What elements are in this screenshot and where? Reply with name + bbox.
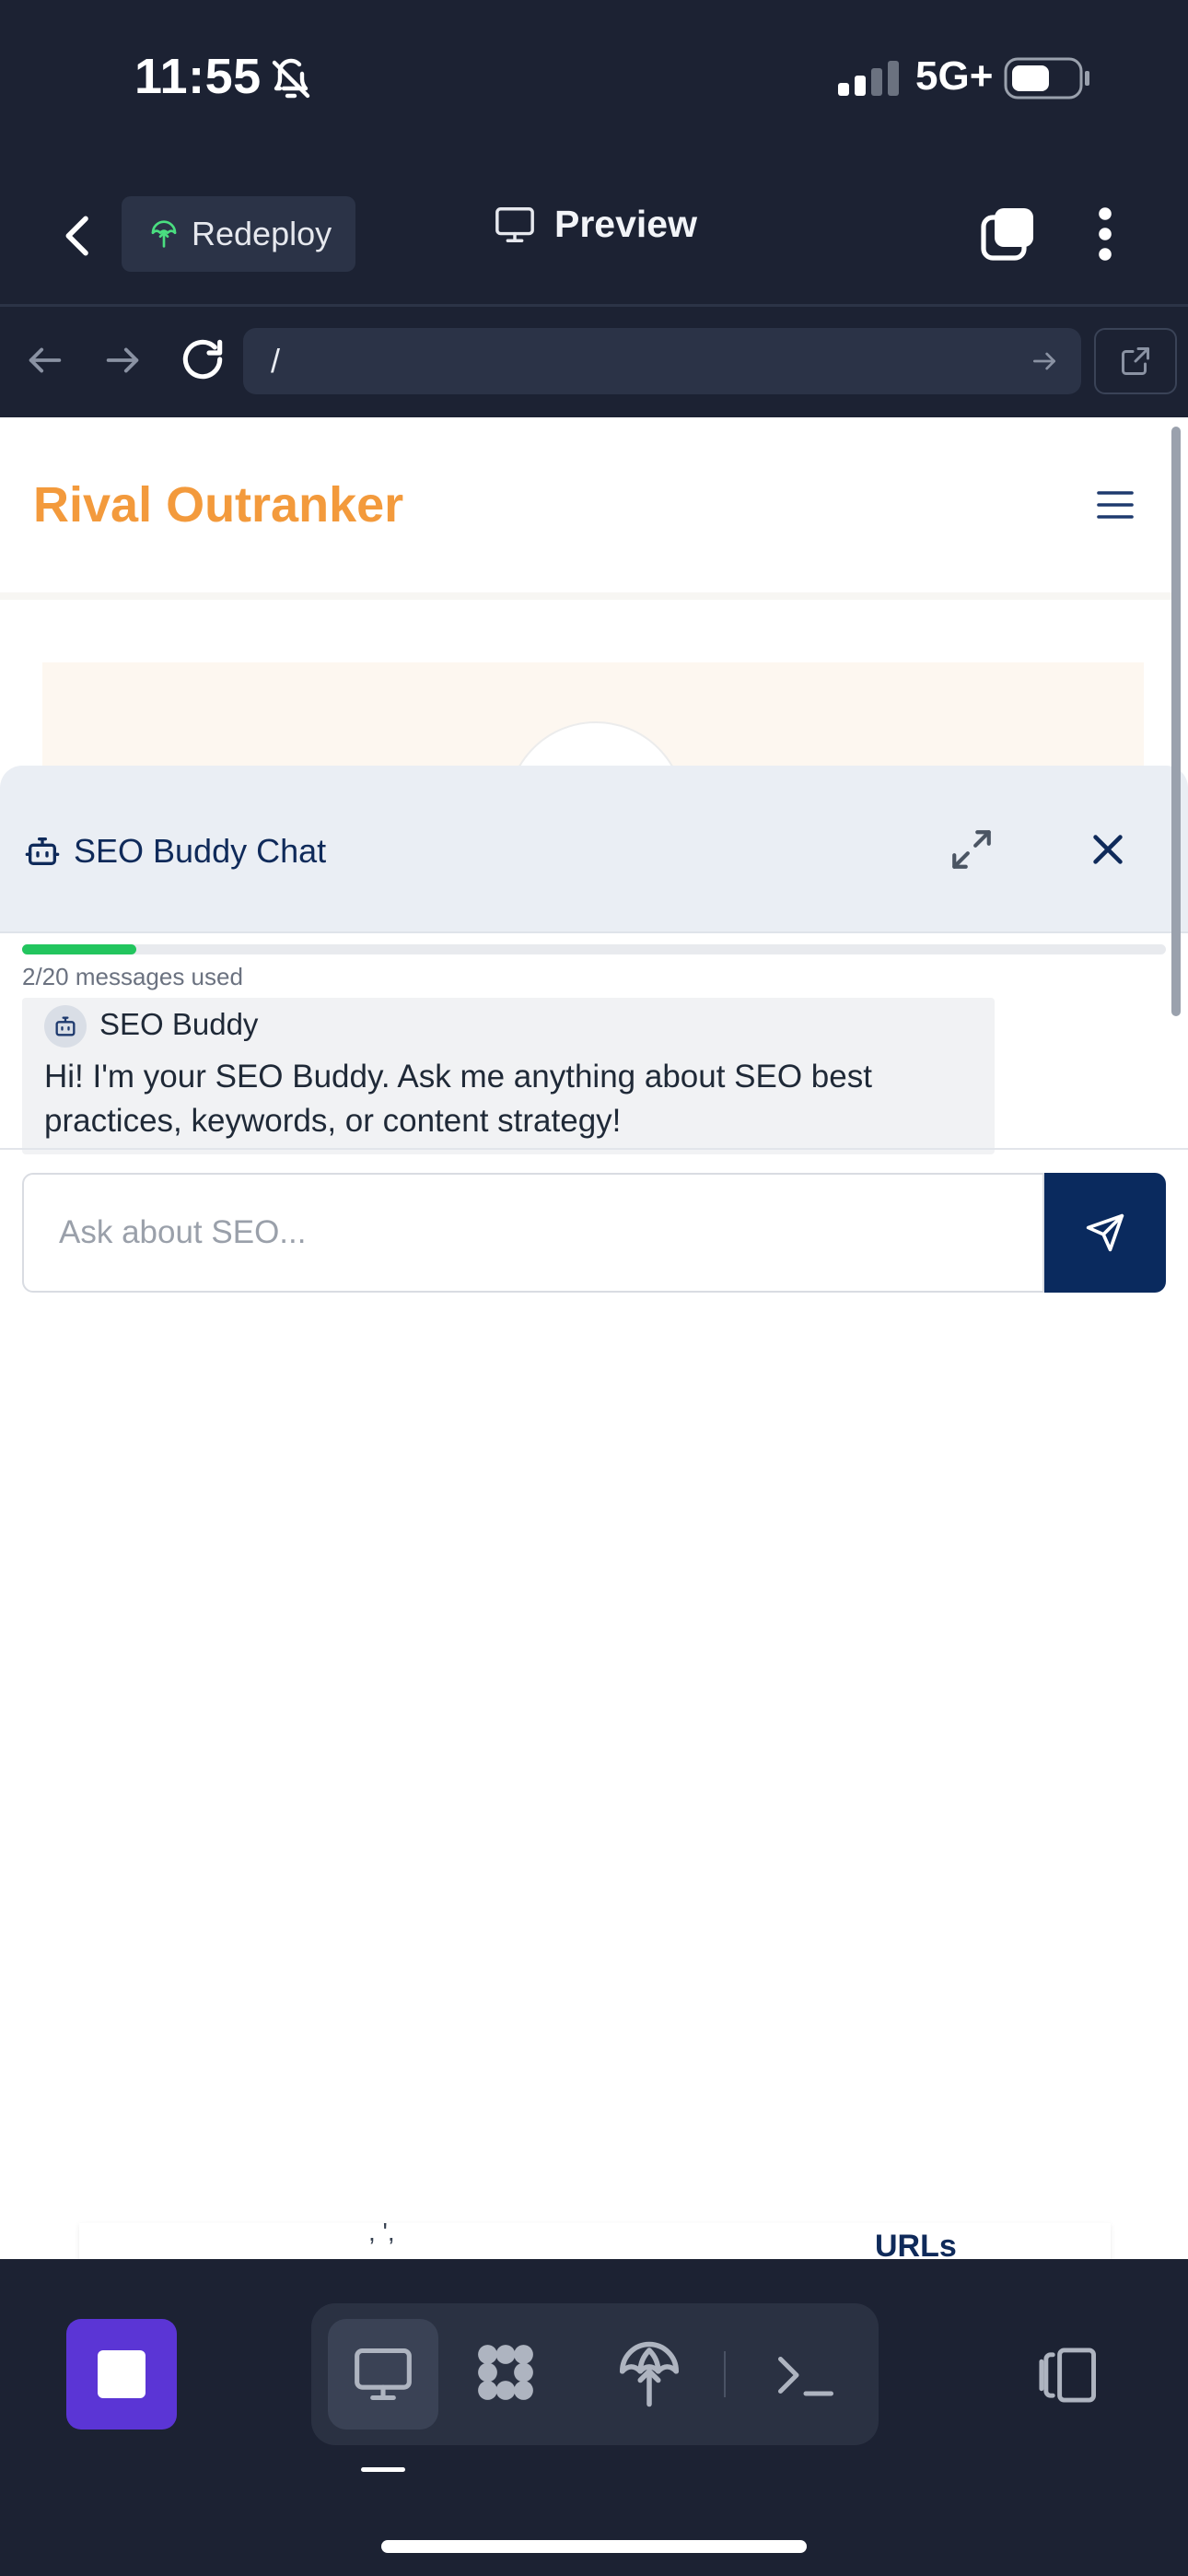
chat-title-group: SEO Buddy Chat bbox=[24, 832, 326, 871]
network-type: 5G+ bbox=[915, 53, 994, 99]
arrow-right-icon[interactable] bbox=[101, 339, 144, 381]
preview-title: Preview bbox=[494, 203, 697, 246]
status-time: 11:55 bbox=[134, 49, 262, 104]
stop-icon bbox=[98, 2350, 146, 2398]
active-tab-indicator bbox=[361, 2467, 405, 2472]
usage-text: 2/20 messages used bbox=[22, 963, 243, 990]
web-preview: Rival Outranker SEO Buddy Chat 2/20 mess… bbox=[0, 417, 1188, 2259]
preview-label: Preview bbox=[554, 203, 697, 245]
hamburger-menu-icon[interactable] bbox=[1096, 489, 1135, 521]
url-field[interactable]: / bbox=[243, 328, 1081, 394]
desktop-icon bbox=[352, 2343, 414, 2406]
silent-bell-icon bbox=[269, 57, 313, 101]
bot-icon bbox=[52, 1013, 78, 1039]
expand-icon[interactable] bbox=[949, 826, 995, 872]
chat-input[interactable] bbox=[22, 1173, 1044, 1293]
external-link-icon bbox=[1119, 345, 1152, 378]
bot-icon bbox=[24, 833, 61, 870]
url-text: / bbox=[271, 342, 281, 380]
usage-progress-fill bbox=[22, 944, 136, 954]
monitor-icon bbox=[494, 204, 536, 246]
home-indicator[interactable] bbox=[381, 2540, 807, 2553]
reload-icon[interactable] bbox=[177, 334, 228, 385]
deploy-icon bbox=[149, 219, 179, 249]
divider bbox=[0, 1148, 1188, 1150]
scrollbar[interactable] bbox=[1171, 427, 1181, 1016]
battery-icon bbox=[1004, 57, 1092, 100]
go-arrow-icon[interactable] bbox=[1030, 346, 1059, 376]
chat-header: SEO Buddy Chat bbox=[0, 766, 1188, 933]
chat-title: SEO Buddy Chat bbox=[74, 832, 327, 870]
send-icon bbox=[1085, 1212, 1125, 1253]
open-external-button[interactable] bbox=[1094, 328, 1177, 394]
message-text: Hi! I'm your SEO Buddy. Ask me anything … bbox=[44, 1059, 872, 1139]
device-toggle-icon[interactable] bbox=[1031, 2346, 1101, 2405]
terminal-icon[interactable] bbox=[774, 2348, 838, 2403]
deploy-icon[interactable] bbox=[613, 2338, 685, 2410]
back-button[interactable] bbox=[53, 210, 105, 262]
stop-button[interactable] bbox=[66, 2319, 177, 2430]
grid-icon[interactable] bbox=[470, 2336, 542, 2408]
desktop-tool-button[interactable] bbox=[328, 2319, 438, 2430]
background-text-fragment: , ', bbox=[368, 2218, 395, 2246]
send-button[interactable] bbox=[1044, 1173, 1166, 1293]
tabs-icon[interactable] bbox=[978, 205, 1037, 263]
background-urls-label: URLs bbox=[875, 2229, 957, 2259]
more-options-icon[interactable] bbox=[1092, 205, 1118, 263]
redeploy-label: Redeploy bbox=[192, 215, 332, 252]
site-logo[interactable]: Rival Outranker bbox=[33, 476, 403, 533]
toolbar-separator bbox=[724, 2351, 726, 2397]
signal-strength-icon bbox=[838, 61, 903, 98]
close-icon[interactable] bbox=[1087, 828, 1129, 871]
message-author: SEO Buddy bbox=[99, 1007, 259, 1041]
usage-progress-track bbox=[22, 944, 1166, 954]
arrow-left-icon[interactable] bbox=[24, 339, 66, 381]
bot-avatar bbox=[44, 1005, 87, 1048]
redeploy-button[interactable]: Redeploy bbox=[122, 196, 355, 272]
